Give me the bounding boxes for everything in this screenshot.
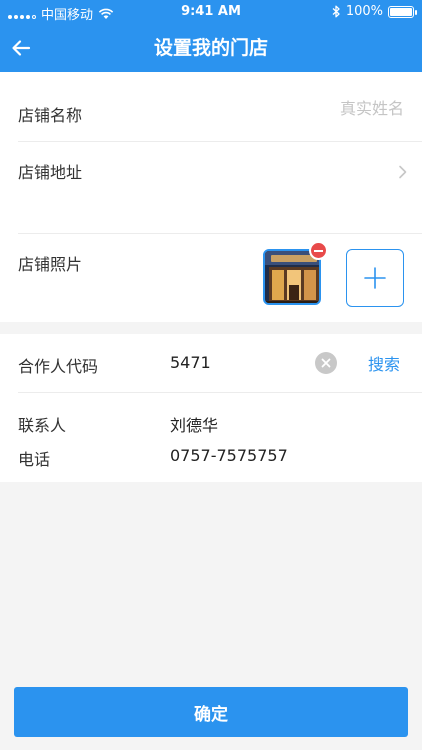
store-address-label: 店铺地址 [18,163,83,182]
status-bar: 中国移动 9:41 AM 100% [0,0,422,24]
chevron-right-icon [399,165,407,179]
status-right: 100% [332,4,417,19]
clear-icon[interactable] [315,352,337,374]
page-title: 设置我的门店 [153,37,268,59]
x-icon [321,358,331,368]
partner-card: 合作人代码 5471 搜索 联系人 刘德华 电话 0757-7575757 [0,334,422,482]
store-name-row: 店铺名称 [0,72,422,141]
phone-value: 0757-7575757 [170,446,288,465]
remove-icon[interactable] [309,241,328,260]
store-address-row[interactable]: 店铺地址 [0,141,422,233]
store-info-card: 店铺名称 店铺地址 店铺照片 [0,72,422,322]
contact-row: 联系人 刘德华 [0,392,422,435]
add-photo-button[interactable] [346,249,404,307]
partner-code-label: 合作人代码 [18,357,99,376]
partner-code-input[interactable]: 5471 [170,353,211,372]
nav-bar: 设置我的门店 [0,24,422,72]
search-button[interactable]: 搜索 [368,351,400,375]
battery-fill [390,7,412,16]
store-name-label: 店铺名称 [18,106,83,125]
store-name-input[interactable] [204,99,404,118]
battery-icon [388,5,417,18]
battery-percent: 100% [345,4,383,19]
store-photo-row: 店铺照片 [0,233,422,322]
plus-icon [364,267,386,289]
bluetooth-icon [332,5,340,18]
phone-row: 电话 0757-7575757 [0,428,422,469]
phone-label: 电话 [18,450,51,469]
confirm-button[interactable]: 确定 [14,687,408,737]
store-photo-label: 店铺照片 [18,255,83,274]
back-button[interactable] [8,34,34,62]
partner-code-row: 合作人代码 5471 搜索 [0,334,422,392]
arrow-left-icon [12,40,31,56]
store-photo-image [265,251,319,303]
